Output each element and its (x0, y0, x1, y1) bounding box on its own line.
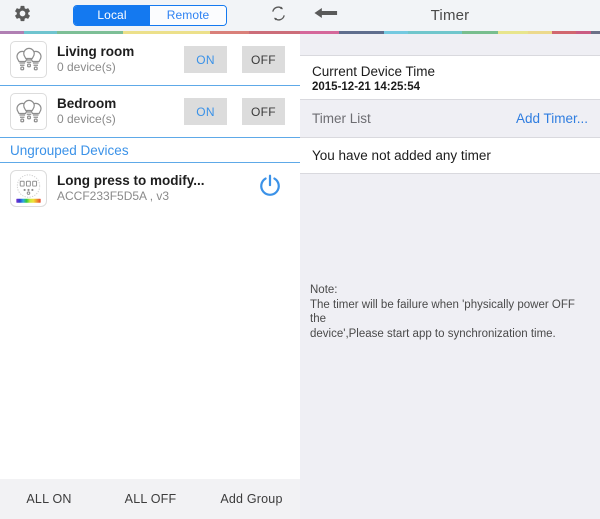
device-name: Long press to modify... (57, 173, 205, 188)
note-heading: Note: (310, 284, 338, 296)
group-device-count: 0 device(s) (57, 112, 116, 126)
current-device-time-label: Current Device Time (312, 64, 436, 79)
group-name: Bedroom (57, 96, 117, 111)
back-arrow-icon (314, 5, 338, 26)
rgb-controller-icon (10, 169, 47, 207)
timer-panel: Timer Current Device Time 2015-12-21 14:… (300, 0, 600, 519)
connection-mode-segmented-control[interactable]: Local Remote (73, 5, 227, 26)
segment-local[interactable]: Local (74, 6, 150, 25)
bottom-spacer (300, 341, 600, 519)
segment-remote[interactable]: Remote (150, 6, 226, 25)
three-bulbs-icon (10, 41, 47, 78)
note-block: Note: The timer will be failure when 'ph… (300, 283, 600, 341)
gear-icon (13, 4, 32, 28)
timer-list-header: Timer List Add Timer... (300, 100, 600, 137)
group-on-button[interactable]: ON (184, 98, 227, 125)
timer-list-label: Timer List (312, 111, 371, 126)
right-toolbar: Timer (300, 0, 600, 31)
all-on-button[interactable]: ALL ON (0, 492, 98, 506)
current-device-time-cell: Current Device Time 2015-12-21 14:25:54 (300, 55, 600, 100)
group-name: Living room (57, 44, 135, 59)
left-bottom-toolbar: ALL ON ALL OFF Add Group (0, 479, 300, 519)
left-toolbar: Local Remote (0, 0, 300, 31)
power-icon (256, 172, 284, 205)
note-line-1: The timer will be failure when 'physical… (310, 298, 575, 326)
current-device-time-value: 2015-12-21 14:25:54 (312, 81, 421, 93)
refresh-button[interactable] (265, 3, 291, 29)
all-off-button[interactable]: ALL OFF (98, 492, 203, 506)
group-off-button[interactable]: OFF (242, 46, 285, 73)
timer-content: Current Device Time 2015-12-21 14:25:54 … (300, 34, 600, 519)
group-info: Living room 0 device(s) (47, 44, 184, 75)
timer-empty-state: You have not added any timer (300, 137, 600, 174)
settings-button[interactable] (9, 3, 35, 29)
group-list: Living room 0 device(s) ON OFF Bedroom 0… (0, 34, 300, 479)
add-group-button[interactable]: Add Group (203, 492, 300, 506)
note-line-2: device',Please start app to synchronizat… (310, 327, 556, 340)
group-device-count: 0 device(s) (57, 60, 116, 74)
group-off-button[interactable]: OFF (242, 98, 285, 125)
ungrouped-devices-header: Ungrouped Devices (0, 138, 300, 163)
device-row[interactable]: Long press to modify... ACCF233F5D5A , v… (0, 163, 300, 213)
top-spacer (300, 34, 600, 55)
content-filler (300, 174, 600, 283)
back-button[interactable] (306, 2, 346, 30)
app-root: Local Remote Living room 0 device(s) ON … (0, 0, 600, 519)
group-row[interactable]: Bedroom 0 device(s) ON OFF (0, 86, 300, 138)
device-mac-version: ACCF233F5D5A , v3 (57, 189, 170, 203)
device-list-panel: Local Remote Living room 0 device(s) ON … (0, 0, 300, 519)
group-row[interactable]: Living room 0 device(s) ON OFF (0, 34, 300, 86)
add-timer-link[interactable]: Add Timer... (516, 111, 588, 126)
device-power-button[interactable] (250, 168, 290, 208)
group-on-button[interactable]: ON (184, 46, 227, 73)
three-bulbs-icon (10, 93, 47, 130)
group-info: Bedroom 0 device(s) (47, 96, 184, 127)
device-info: Long press to modify... ACCF233F5D5A , v… (47, 172, 250, 204)
refresh-icon (269, 4, 288, 28)
